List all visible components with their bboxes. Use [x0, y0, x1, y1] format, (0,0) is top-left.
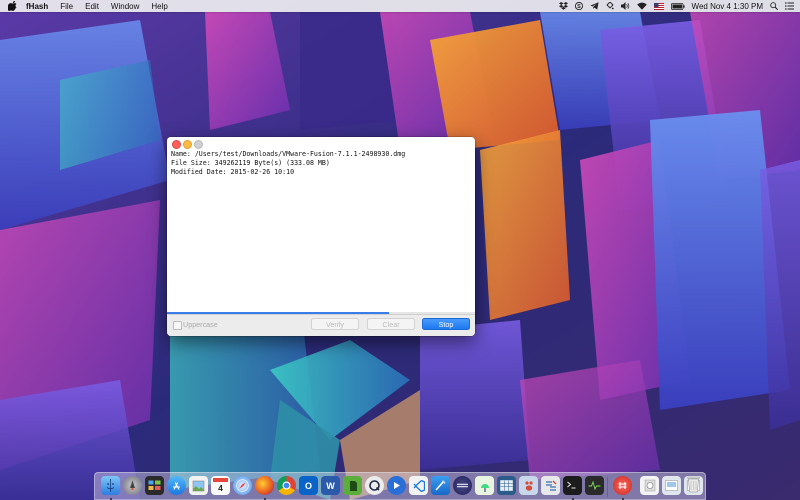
paw-icon[interactable]: [519, 476, 538, 495]
menu-edit[interactable]: Edit: [85, 2, 99, 11]
visual-studio-code-icon[interactable]: [409, 476, 428, 495]
menu-clock[interactable]: Wed Nov 4 1:30 PM: [692, 2, 763, 11]
menu-app-name[interactable]: fHash: [26, 2, 48, 11]
menu-help[interactable]: Help: [151, 2, 167, 11]
minimize-window-button[interactable]: [183, 140, 192, 149]
downloads-stack-icon[interactable]: [640, 476, 659, 495]
dock: 4 O W: [94, 472, 706, 500]
fhash-window: Name: /Users/test/Downloads/VMware-Fusio…: [167, 137, 475, 336]
finder-icon[interactable]: [101, 476, 120, 495]
hash-output-text-area[interactable]: Name: /Users/test/Downloads/VMware-Fusio…: [167, 149, 475, 312]
window-titlebar[interactable]: [167, 137, 475, 149]
verify-button[interactable]: Verify: [311, 318, 359, 330]
word-icon[interactable]: W: [321, 476, 340, 495]
menu-bar: fHash File Edit Window Help S Wed Nov 4 …: [0, 0, 800, 12]
menu-window[interactable]: Window: [111, 2, 139, 11]
stop-button[interactable]: Stop: [422, 318, 470, 330]
evernote-icon[interactable]: [343, 476, 362, 495]
sequel-table-icon[interactable]: [497, 476, 516, 495]
wifi-icon[interactable]: [636, 2, 647, 10]
finder-running-indicator: [109, 497, 112, 500]
calendar-icon[interactable]: 4: [211, 476, 230, 495]
mission-control-icon[interactable]: [145, 476, 164, 495]
volume-icon[interactable]: [620, 2, 630, 10]
modified-date-line: Modified Date: 2015-02-26 10:10: [171, 168, 295, 177]
word-letter: W: [326, 480, 335, 491]
quick-player-icon[interactable]: [387, 476, 406, 495]
quicktime-icon[interactable]: [365, 476, 384, 495]
close-window-button[interactable]: [172, 140, 181, 149]
svg-text:S: S: [577, 4, 581, 10]
outlook-letter: O: [304, 480, 312, 491]
zoom-window-button[interactable]: [194, 140, 203, 149]
uppercase-checkbox[interactable]: [173, 321, 182, 330]
eclipse-icon[interactable]: [453, 476, 472, 495]
terminal-icon[interactable]: [563, 476, 582, 495]
trash-icon[interactable]: [684, 475, 703, 494]
apple-menu-icon[interactable]: [8, 1, 18, 11]
input-source-flag-icon[interactable]: [653, 2, 664, 10]
uppercase-label[interactable]: Uppercase: [183, 320, 218, 329]
battery-icon[interactable]: [670, 2, 685, 10]
clear-button[interactable]: Clear: [367, 318, 415, 330]
paint-bucket-icon[interactable]: [605, 2, 614, 10]
menu-file[interactable]: File: [60, 2, 73, 11]
safari-icon[interactable]: [233, 476, 252, 495]
dropbox-icon[interactable]: [558, 2, 568, 10]
firefox-running-indicator: [263, 497, 266, 500]
filemerge-icon[interactable]: [541, 476, 560, 495]
launchpad-icon[interactable]: [123, 476, 142, 495]
file-name-line: Name: /Users/test/Downloads/VMware-Fusio…: [171, 150, 406, 158]
telegram-icon[interactable]: [589, 2, 599, 10]
terminal-running-indicator: [571, 497, 574, 500]
app-store-icon[interactable]: [167, 476, 186, 495]
dock-separator: [607, 477, 608, 497]
chrome-icon[interactable]: [277, 476, 296, 495]
firefox-icon[interactable]: [255, 476, 274, 495]
xcode-icon[interactable]: [431, 476, 450, 495]
preview-icon[interactable]: [189, 476, 208, 495]
android-studio-icon[interactable]: [475, 476, 494, 495]
activity-monitor-icon[interactable]: [585, 476, 604, 495]
notification-center-icon[interactable]: [785, 2, 794, 10]
window-bottom-bar: Uppercase Verify Clear Stop: [167, 314, 475, 336]
spotlight-icon[interactable]: [770, 2, 778, 10]
fhash-running-indicator: [621, 497, 624, 500]
file-size-line: File Size: 349262119 Byte(s) (333.08 MB): [171, 159, 330, 168]
skype-icon[interactable]: S: [574, 2, 583, 10]
menu-extras: S Wed Nov 4 1:30 PM: [552, 0, 794, 12]
calendar-day-text: 4: [218, 483, 223, 493]
fhash-app-icon[interactable]: [613, 476, 632, 495]
outlook-icon[interactable]: O: [299, 476, 318, 495]
documents-stack-icon[interactable]: [662, 476, 681, 495]
